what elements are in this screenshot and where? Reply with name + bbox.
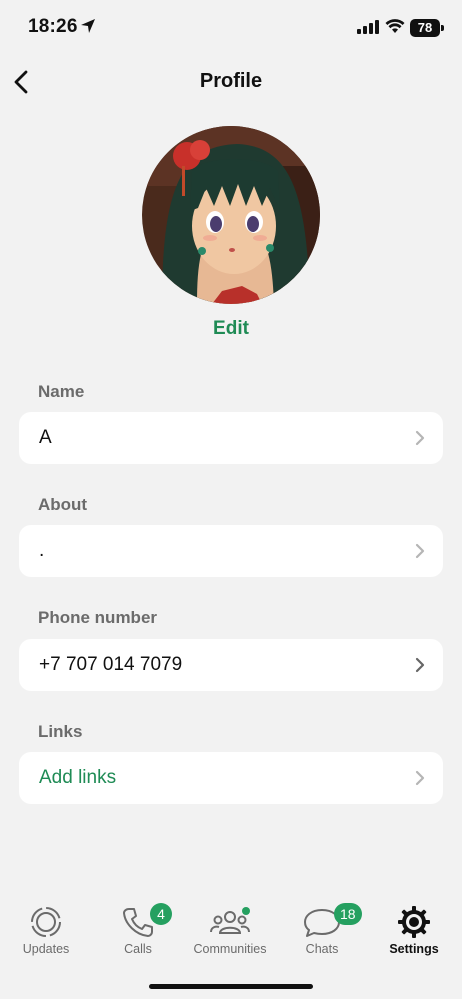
tab-label: Updates	[22, 942, 70, 956]
name-section-label: Name	[38, 382, 85, 401]
status-time: 18:26	[28, 16, 78, 37]
chats-badge: 18	[334, 903, 362, 925]
home-indicator	[149, 984, 313, 989]
calls-badge: 4	[150, 903, 172, 925]
tab-communities[interactable]: Communities	[184, 905, 276, 965]
cellular-signal-icon	[357, 20, 379, 39]
page-title: Profile	[199, 70, 263, 92]
navigation-bar: Profile	[0, 58, 462, 106]
name-value: A	[39, 427, 52, 448]
about-value: .	[39, 540, 45, 561]
chevron-right-icon	[415, 770, 425, 791]
phone-section-label: Phone number	[38, 608, 158, 627]
communities-dot	[242, 907, 250, 915]
name-row[interactable]: A	[19, 412, 443, 464]
chevron-right-icon	[415, 657, 425, 678]
edit-photo-link[interactable]: Edit	[0, 318, 462, 340]
status-bar: 18:26 78	[0, 0, 462, 58]
chevron-right-icon	[415, 543, 425, 564]
battery-indicator: 78	[410, 19, 444, 37]
chevron-right-icon	[415, 430, 425, 451]
links-section-label: Links	[38, 722, 83, 741]
about-section-label: About	[38, 495, 88, 514]
links-row[interactable]: Add links	[19, 752, 443, 804]
tab-calls[interactable]: 4 Calls	[92, 903, 184, 965]
tab-updates[interactable]: Updates	[0, 905, 92, 965]
tab-chats[interactable]: 18 Chats	[276, 903, 368, 965]
tab-label: Chats	[305, 942, 339, 956]
tab-settings[interactable]: Settings	[368, 905, 460, 965]
location-arrow-icon	[80, 18, 96, 39]
phone-value: +7 707 014 7079	[39, 654, 183, 675]
phone-row[interactable]: +7 707 014 7079	[19, 639, 443, 691]
tab-label: Communities	[193, 942, 267, 956]
tab-label: Settings	[389, 942, 439, 956]
gear-icon	[397, 905, 431, 939]
tab-label: Calls	[124, 942, 152, 956]
wifi-icon	[385, 18, 405, 39]
add-links-value: Add links	[39, 767, 117, 788]
about-row[interactable]: .	[19, 525, 443, 577]
profile-avatar[interactable]	[142, 126, 320, 304]
updates-icon	[29, 905, 63, 939]
